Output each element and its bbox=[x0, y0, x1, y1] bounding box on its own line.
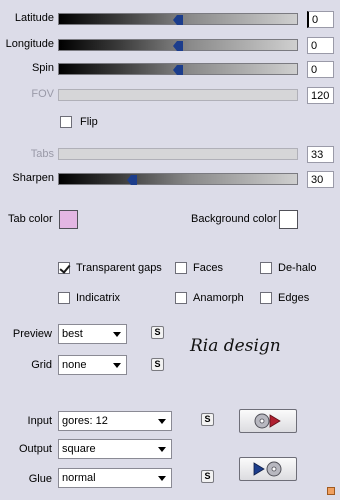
preview-select[interactable]: best bbox=[58, 324, 127, 344]
longitude-slider[interactable] bbox=[58, 39, 298, 51]
edges-checkbox[interactable] bbox=[260, 292, 272, 304]
spin-input[interactable]: 0 bbox=[307, 61, 334, 78]
indicatrix-label: Indicatrix bbox=[76, 292, 121, 304]
tab-color-swatch[interactable] bbox=[59, 210, 78, 229]
latitude-slider[interactable] bbox=[58, 13, 298, 25]
latitude-input[interactable]: 0 bbox=[307, 11, 334, 28]
background-color-swatch[interactable] bbox=[279, 210, 298, 229]
output-label: Output bbox=[18, 443, 52, 455]
chevron-down-icon bbox=[113, 363, 121, 368]
indicatrix-checkbox[interactable] bbox=[58, 292, 70, 304]
fov-slider bbox=[58, 89, 298, 101]
transparent-gaps-label: Transparent gaps bbox=[76, 262, 162, 274]
glue-label: Glue bbox=[28, 473, 52, 485]
grid-select-value: none bbox=[62, 359, 87, 371]
preview-select-value: best bbox=[62, 328, 83, 340]
grid-label: Grid bbox=[31, 359, 52, 371]
filter-panel: Latitude 0 Longitude 0 Spin 0 FOV 120 Fl… bbox=[0, 0, 340, 500]
grid-select[interactable]: none bbox=[58, 355, 127, 375]
faces-label: Faces bbox=[193, 262, 223, 274]
flip-checkbox[interactable] bbox=[60, 116, 72, 128]
chevron-down-icon bbox=[158, 476, 166, 481]
output-select[interactable]: square bbox=[58, 439, 172, 459]
flip-label: Flip bbox=[80, 116, 98, 128]
sharpen-slider[interactable] bbox=[58, 173, 298, 185]
glue-select[interactable]: normal bbox=[58, 468, 172, 488]
de-halo-label: De-halo bbox=[278, 262, 317, 274]
edges-label: Edges bbox=[278, 292, 310, 304]
anamorph-checkbox[interactable] bbox=[175, 292, 187, 304]
check-icon bbox=[59, 262, 71, 274]
input-select[interactable]: gores: 12 bbox=[58, 411, 172, 431]
tab-color-label: Tab color bbox=[8, 213, 53, 225]
spin-slider[interactable] bbox=[58, 63, 298, 75]
background-color-label: Background color bbox=[191, 213, 277, 225]
preview-s-button[interactable]: S bbox=[151, 326, 164, 339]
fov-label: FOV bbox=[31, 88, 54, 100]
output-select-value: square bbox=[62, 443, 96, 455]
tabs-input: 33 bbox=[307, 146, 334, 163]
longitude-label: Longitude bbox=[5, 38, 54, 50]
chevron-down-icon bbox=[158, 419, 166, 424]
transparent-gaps-checkbox[interactable] bbox=[58, 262, 71, 274]
spin-label: Spin bbox=[31, 62, 54, 74]
save-button[interactable] bbox=[239, 457, 297, 481]
input-s-button[interactable]: S bbox=[201, 413, 214, 426]
latitude-slider-thumb[interactable] bbox=[173, 15, 183, 25]
tabs-slider bbox=[58, 148, 298, 160]
preview-label: Preview bbox=[12, 328, 52, 340]
longitude-input[interactable]: 0 bbox=[307, 37, 334, 54]
brand-text: Ria design bbox=[190, 336, 281, 356]
longitude-slider-thumb[interactable] bbox=[173, 41, 183, 51]
load-button[interactable] bbox=[239, 409, 297, 433]
grid-s-button[interactable]: S bbox=[151, 358, 164, 371]
sharpen-label: Sharpen bbox=[12, 172, 54, 184]
sharpen-slider-thumb[interactable] bbox=[127, 175, 137, 185]
anamorph-label: Anamorph bbox=[193, 292, 244, 304]
input-label: Input bbox=[27, 415, 52, 427]
sharpen-input[interactable]: 30 bbox=[307, 171, 334, 188]
de-halo-checkbox[interactable] bbox=[260, 262, 272, 274]
arrow-cd-icon bbox=[253, 461, 282, 477]
cd-arrow-icon bbox=[254, 413, 281, 429]
glue-s-button[interactable]: S bbox=[201, 470, 214, 483]
chevron-down-icon bbox=[158, 447, 166, 452]
spin-slider-thumb[interactable] bbox=[173, 65, 183, 75]
resize-grip-icon[interactable] bbox=[327, 487, 335, 495]
chevron-down-icon bbox=[113, 332, 121, 337]
input-select-value: gores: 12 bbox=[62, 415, 108, 427]
faces-checkbox[interactable] bbox=[175, 262, 187, 274]
fov-input: 120 bbox=[307, 87, 334, 104]
tabs-label: Tabs bbox=[30, 148, 54, 160]
glue-select-value: normal bbox=[62, 472, 96, 484]
latitude-label: Latitude bbox=[14, 12, 54, 24]
